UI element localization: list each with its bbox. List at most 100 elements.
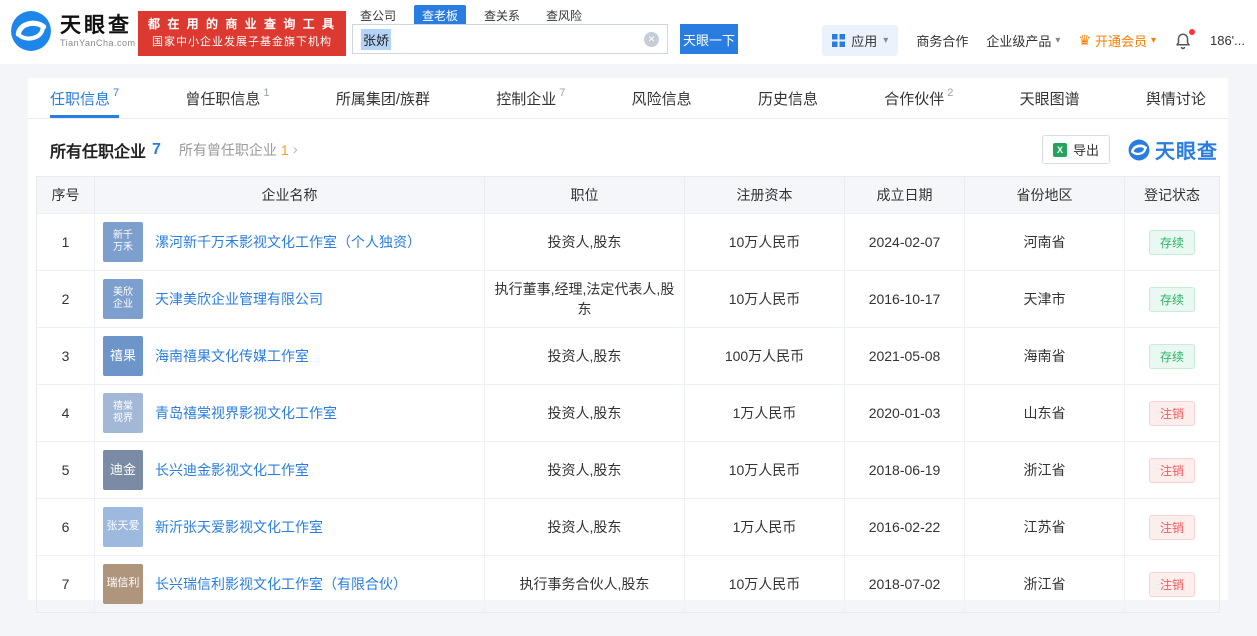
nav-tab-count: 1 [263,87,270,99]
table-row: 7 瑞信利 长兴瑞信利影视文化工作室（有限合伙） 执行事务合伙人,股东 10万人… [37,555,1219,612]
search-type-tabs: 查公司 查老板 查关系 查风险 [352,5,590,26]
date-cell: 2016-02-22 [845,499,965,555]
content-card: 任职信息 7 曾任职信息 1 所属集团/族群 控制企业 7 风险信息 历史信息 … [28,78,1228,613]
nav-tab-label: 历史信息 [757,90,818,108]
nav-tab-label: 所属集团/族群 [335,90,430,108]
promo-line1: 都 在 用 的 商 业 查 询 工 具 [148,17,337,31]
nav-tab[interactable]: 合作伙伴 2 [884,78,953,118]
header-right-nav: 应用 ▾ 商务合作 企业级产品 ▾ ♛ 开通会员 ▾ 186'... [822,25,1245,56]
nav-tab[interactable]: 曾任职信息 1 [185,78,269,118]
status-badge: 存续 [1148,229,1195,255]
clear-input-icon[interactable]: ✕ [644,31,659,47]
company-name-link[interactable]: 青岛禧棠视界影视文化工作室 [155,403,337,423]
column-header: 登记状态 [1144,187,1200,203]
capital-cell: 10万人民币 [685,214,845,270]
excel-icon: X [1052,142,1067,157]
company-name-link[interactable]: 长兴迪金影视文化工作室 [155,460,309,480]
search-type-tab[interactable]: 查公司 [352,5,404,26]
watermark-text: 天眼查 [1155,141,1218,163]
nav-tab[interactable]: 任职信息 7 [50,78,120,118]
region-cell: 江苏省 [965,499,1125,555]
page: 天眼查 TianYanCha.com 都 在 用 的 商 业 查 询 工 具 国… [0,0,1257,636]
notifications-button[interactable] [1174,28,1195,50]
search-input-value: 张娇 [361,28,392,50]
account-label[interactable]: 186'... [1210,33,1245,48]
table-row: 6 张天爱 新沂张天爱影视文化工作室 投资人,股东 1万人民币 2016-02-… [37,498,1219,555]
capital-cell: 10万人民币 [685,556,845,612]
apps-menu[interactable]: 应用 ▾ [822,25,899,56]
company-logo: 美欣 企业 [103,279,143,319]
position-cell: 投资人,股东 [485,442,685,498]
nav-tab-label: 任职信息 [50,90,111,108]
tianyancha-logo-icon [11,11,51,51]
vip-upgrade-link[interactable]: ♛ 开通会员 ▾ [1078,31,1156,50]
nav-tab[interactable]: 历史信息 [758,78,818,118]
chevron-down-icon: ▾ [1055,35,1061,46]
table-row: 1 新千 万禾 漯河新千万禾影视文化工作室（个人独资） 投资人,股东 10万人民… [37,213,1219,270]
region-cell: 天津市 [965,271,1125,327]
nav-tab-count: 7 [559,87,566,99]
nav-tab[interactable]: 风险信息 [632,78,692,118]
search-type-tab[interactable]: 查风险 [538,5,590,26]
logo-subtext: TianYanCha.com [60,37,136,48]
nav-tab-label: 天眼图谱 [1019,90,1080,108]
row-index: 3 [37,328,95,384]
nav-tab-count: 2 [947,87,954,99]
row-index: 1 [37,214,95,270]
nav-tab[interactable]: 控制企业 7 [496,78,565,118]
status-cell: 注销 [1125,385,1219,441]
company-name-link[interactable]: 长兴瑞信利影视文化工作室（有限合伙） [155,574,407,594]
capital-cell: 100万人民币 [685,328,845,384]
company-cell: 张天爱 新沂张天爱影视文化工作室 [95,499,485,555]
search-input[interactable]: 张娇 ✕ [352,24,668,54]
search-type-tab[interactable]: 查关系 [476,5,528,26]
status-badge: 注销 [1148,400,1195,426]
date-cell: 2016-10-17 [845,271,965,327]
status-badge: 存续 [1148,286,1195,312]
companies-table: 序号 企业名称 职位 注册资本 成立日期 省份地区 登记状态 1 新千 万禾 漯… [36,176,1220,613]
status-cell: 存续 [1125,328,1219,384]
date-cell: 2018-06-19 [845,442,965,498]
company-name-link[interactable]: 海南禧果文化传媒工作室 [155,346,309,366]
top-header: 天眼查 TianYanCha.com 都 在 用 的 商 业 查 询 工 具 国… [0,0,1257,64]
export-button[interactable]: X 导出 [1041,135,1110,164]
export-label: 导出 [1072,143,1099,158]
nav-tab[interactable]: 舆情讨论 [1146,78,1206,118]
table-body: 1 新千 万禾 漯河新千万禾影视文化工作室（个人独资） 投资人,股东 10万人民… [37,213,1219,612]
company-name-link[interactable]: 漯河新千万禾影视文化工作室（个人独资） [155,232,421,252]
company-cell: 禧果 海南禧果文化传媒工作室 [95,328,485,384]
section-header: 所有任职企业 7 所有曾任职企业 1 › X 导出 天眼查 [50,135,1218,164]
chevron-down-icon: ▾ [883,35,889,46]
company-name-link[interactable]: 新沂张天爱影视文化工作室 [155,517,323,537]
position-cell: 投资人,股东 [485,499,685,555]
search-bar: 张娇 ✕ 天眼一下 [352,24,738,54]
row-index: 2 [37,271,95,327]
apps-label: 应用 [851,34,878,49]
section-title-count: 7 [152,140,161,158]
nav-tab-label: 风险信息 [631,90,692,108]
former-companies-label: 所有曾任职企业 [178,141,277,158]
nav-tab-label: 合作伙伴 [884,90,945,108]
crown-icon: ♛ [1078,32,1091,48]
enterprise-product-link[interactable]: 企业级产品 ▾ [986,31,1060,50]
tianyancha-logo[interactable]: 天眼查 TianYanCha.com [10,10,136,52]
column-header: 省份地区 [965,177,1125,213]
status-cell: 存续 [1125,214,1219,270]
apps-grid-icon [832,34,846,47]
nav-tab[interactable]: 天眼图谱 [1020,78,1080,118]
status-badge: 注销 [1148,457,1195,483]
row-index: 7 [37,556,95,612]
status-cell: 注销 [1125,442,1219,498]
business-coop-link[interactable]: 商务合作 [916,31,968,50]
vip-label: 开通会员 [1094,34,1147,49]
enterprise-product-label: 企业级产品 [986,34,1052,49]
company-name-link[interactable]: 天津美欣企业管理有限公司 [155,289,323,309]
table-row: 4 禧棠 视界 青岛禧棠视界影视文化工作室 投资人,股东 1万人民币 2020-… [37,384,1219,441]
nav-tab[interactable]: 所属集团/族群 [336,78,430,118]
search-type-tab[interactable]: 查老板 [414,5,467,26]
company-logo: 禧棠 视界 [103,393,143,433]
former-companies-count: 1 [280,141,289,158]
former-companies-link[interactable]: 所有曾任职企业 1 › [179,140,298,160]
search-button[interactable]: 天眼一下 [680,24,738,54]
table-row: 2 美欣 企业 天津美欣企业管理有限公司 执行董事,经理,法定代表人,股东 10… [37,270,1219,327]
